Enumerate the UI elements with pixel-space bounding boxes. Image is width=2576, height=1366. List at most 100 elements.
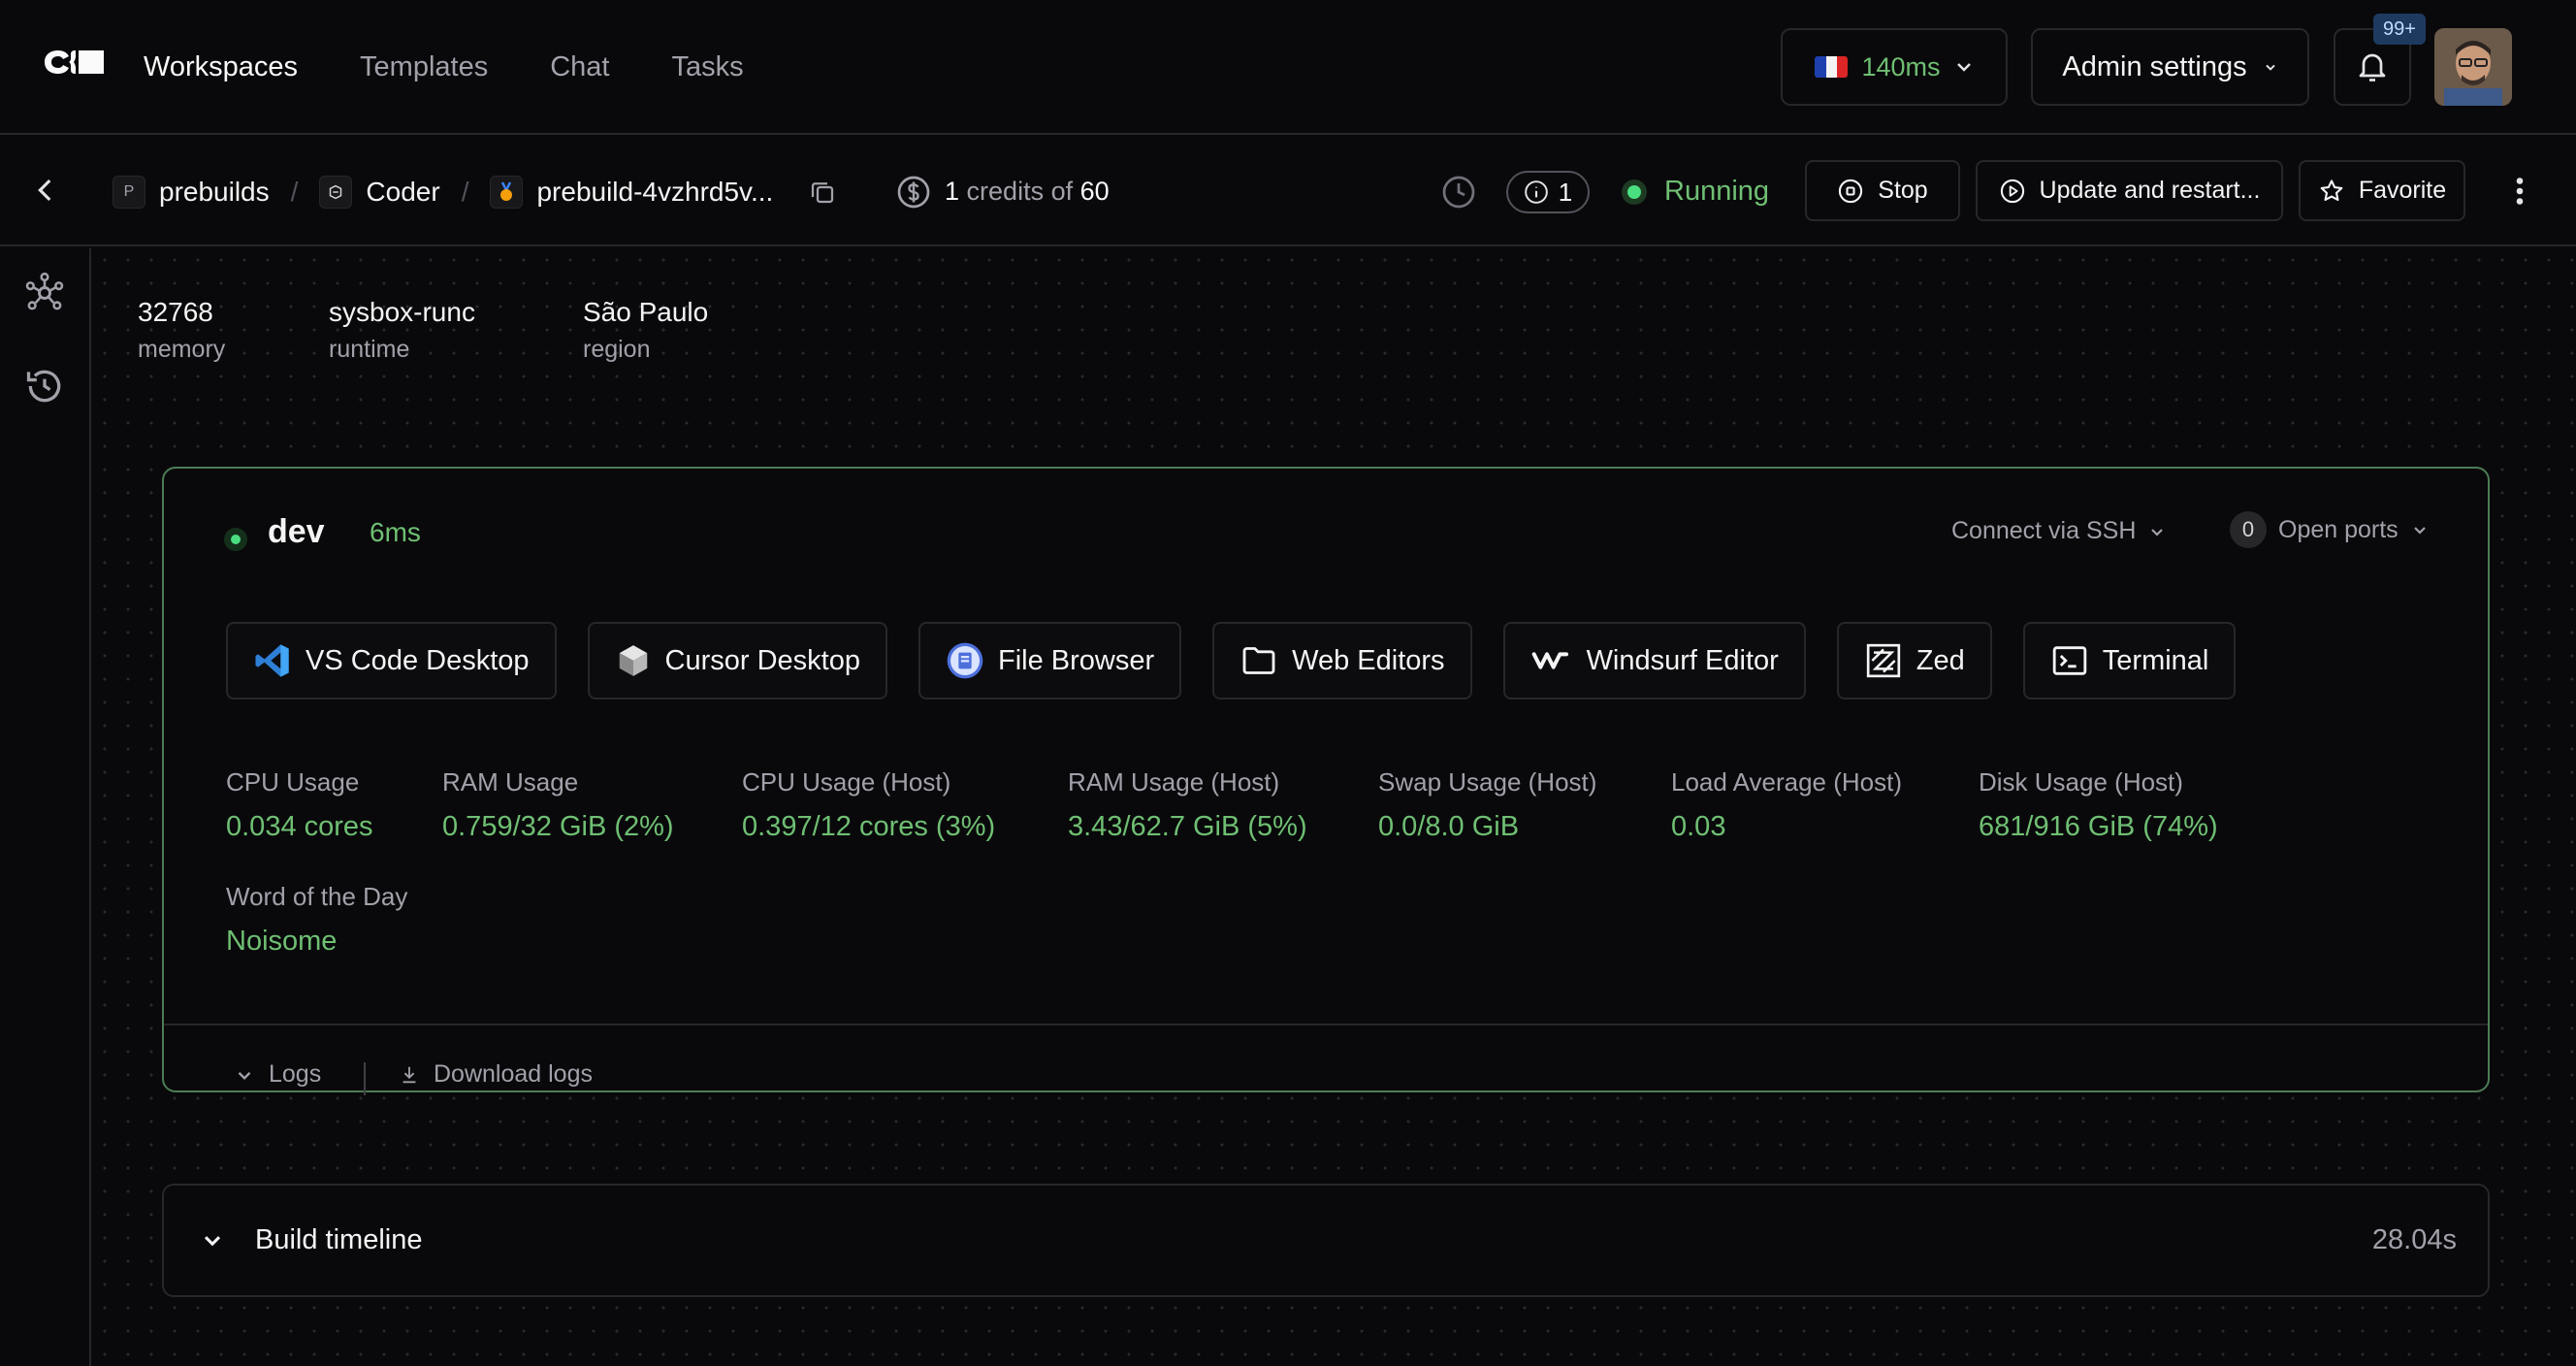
meta-runtime-label: runtime [329, 336, 410, 363]
bell-icon [2359, 53, 2386, 81]
stop-label: Stop [1878, 177, 1928, 204]
breadcrumb-workspace[interactable]: prebuild-4vzhrd5v... [536, 177, 773, 208]
logs-divider [364, 1062, 366, 1095]
stat-cpu-usage: CPU Usage 0.034 cores [226, 767, 373, 843]
build-timeline[interactable]: Build timeline 28.04s [162, 1184, 2490, 1297]
app-file-browser[interactable]: File Browser [918, 622, 1182, 699]
resources-graph-icon[interactable] [23, 272, 66, 314]
chevron-down-icon [238, 1071, 251, 1080]
open-ports-count: 0 [2230, 511, 2267, 548]
stat-word-of-the-day: Word of the Day Noisome [226, 882, 407, 958]
agent-status-dot-icon [224, 528, 247, 551]
favorite-button[interactable]: Favorite [2299, 160, 2465, 221]
credits-total: 60 [1079, 177, 1110, 206]
coder-template-icon [319, 175, 353, 209]
stat-label: RAM Usage [442, 767, 579, 797]
stat-label: Load Average (Host) [1671, 767, 1902, 797]
workspace-credits: 1 credits of 60 [896, 137, 1110, 246]
status-dot-icon [1622, 179, 1647, 205]
medal-icon [490, 175, 524, 209]
meta-memory-value: 32768 [138, 297, 213, 327]
windsurf-icon [1531, 652, 1568, 669]
app-terminal[interactable]: Terminal [2022, 622, 2237, 699]
status-label: Running [1664, 176, 1770, 207]
coder-logo[interactable] [41, 45, 107, 80]
more-options-icon[interactable] [2508, 174, 2531, 209]
app-label: Windsurf Editor [1586, 644, 1779, 676]
app-web-editors[interactable]: Web Editors [1212, 622, 1472, 699]
agent-card: dev 6ms Connect via SSH 0 Open ports VS … [162, 467, 2490, 1095]
credits-text: credits of [966, 177, 1074, 206]
history-icon[interactable] [23, 365, 66, 407]
build-timeline-title: Build timeline [255, 1224, 423, 1255]
admin-settings-label: Admin settings [2062, 50, 2247, 82]
org-icon: P [113, 175, 145, 209]
update-and-restart-button[interactable]: Update and restart... [1976, 160, 2283, 221]
update-label: Update and restart... [2039, 177, 2261, 204]
chevron-down-icon [2413, 527, 2426, 535]
meta-memory: 32768 memory [138, 297, 225, 364]
vscode-icon [255, 644, 289, 677]
stat-label: CPU Usage [226, 767, 360, 797]
meta-runtime: sysbox-runc runtime [329, 297, 475, 364]
workspace-header: P prebuilds / Coder / prebuild-4vzhrd5v.… [0, 137, 2576, 246]
open-ports-button[interactable]: 0 Open ports [2230, 511, 2430, 548]
terminal-icon [2052, 646, 2087, 675]
nav-tasks[interactable]: Tasks [671, 51, 743, 83]
build-timeline-duration: 28.04s [2371, 1224, 2457, 1255]
app-cursor-desktop[interactable]: Cursor Desktop [587, 622, 887, 699]
chevron-down-icon [1956, 63, 1971, 72]
logs-toggle-button[interactable]: Logs [234, 1060, 321, 1089]
nav-chat[interactable]: Chat [550, 51, 609, 83]
breadcrumb-separator: / [290, 176, 299, 207]
meta-region-value: São Paulo [583, 297, 709, 327]
logs-label: Logs [269, 1060, 322, 1088]
admin-settings-button[interactable]: Admin settings [2031, 28, 2309, 106]
stat-disk-usage-host: Disk Usage (Host) 681/916 GiB (74%) [1979, 767, 2218, 843]
stat-value: 0.03 [1671, 811, 1726, 842]
stat-cpu-usage-host: CPU Usage (Host) 0.397/12 cores (3%) [742, 767, 995, 843]
star-icon [2320, 179, 2343, 201]
stat-swap-usage-host: Swap Usage (Host) 0.0/8.0 GiB [1378, 767, 1596, 843]
download-logs-button[interactable]: Download logs [399, 1060, 593, 1089]
connect-ssh-label: Connect via SSH [1951, 517, 2137, 544]
user-avatar[interactable] [2434, 28, 2512, 106]
app-vscode-desktop[interactable]: VS Code Desktop [226, 622, 557, 699]
meta-region-label: region [583, 336, 651, 363]
stat-load-average-host: Load Average (Host) 0.03 [1671, 767, 1902, 843]
workspace-main-area: 32768 memory sysbox-runc runtime São Pau… [93, 248, 2576, 1366]
info-icon [1524, 180, 1548, 204]
stat-label: Disk Usage (Host) [1979, 767, 2183, 797]
info-pill[interactable]: 1 [1506, 171, 1590, 213]
clock-icon[interactable] [1441, 175, 1476, 210]
workspace-status: Running [1622, 137, 1769, 246]
stat-value: Noisome [226, 926, 338, 957]
breadcrumb-template[interactable]: Coder [366, 177, 439, 208]
app-zed[interactable]: Zed [1836, 622, 1992, 699]
app-label: File Browser [997, 644, 1155, 676]
back-arrow-icon[interactable] [29, 174, 62, 207]
app-windsurf-editor[interactable]: Windsurf Editor [1502, 622, 1806, 699]
nav-workspaces[interactable]: Workspaces [144, 51, 298, 83]
stat-ram-usage-host: RAM Usage (Host) 3.43/62.7 GiB (5%) [1068, 767, 1307, 843]
top-navigation: Workspaces Templates Chat Tasks 140ms Ad… [0, 0, 2576, 135]
breadcrumb-org[interactable]: prebuilds [159, 177, 270, 208]
chevron-down-icon [204, 1236, 221, 1247]
credits-used: 1 [945, 177, 960, 206]
folder-icon [1242, 647, 1275, 674]
stat-value: 0.759/32 GiB (2%) [442, 811, 674, 842]
stop-button[interactable]: Stop [1805, 160, 1960, 221]
app-label: Web Editors [1292, 644, 1445, 676]
nav-templates[interactable]: Templates [360, 51, 488, 83]
stat-value: 0.034 cores [226, 811, 373, 842]
agent-name: dev [268, 513, 325, 550]
connect-ssh-button[interactable]: Connect via SSH [1951, 517, 2167, 545]
stat-label: Swap Usage (Host) [1378, 767, 1597, 797]
chevron-down-icon [2265, 64, 2275, 71]
copy-icon[interactable] [808, 178, 837, 207]
stat-value: 3.43/62.7 GiB (5%) [1068, 811, 1307, 842]
zed-icon [1866, 643, 1900, 678]
breadcrumb-separator: / [461, 176, 469, 207]
stat-value: 681/916 GiB (74%) [1979, 811, 2218, 842]
proxy-latency-button[interactable]: 140ms [1781, 28, 2008, 106]
